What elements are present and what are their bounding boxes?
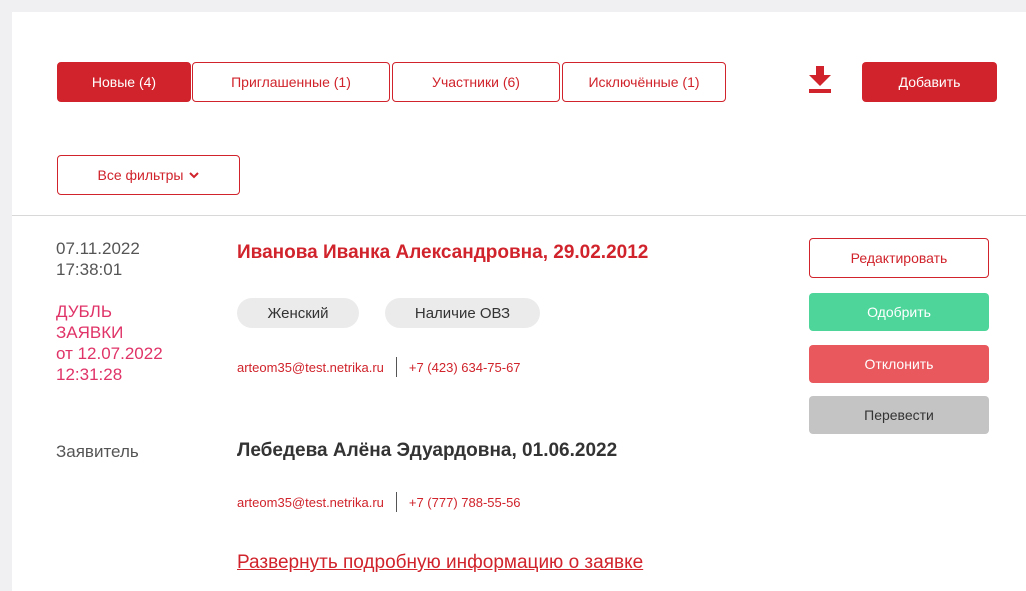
separator bbox=[395, 357, 397, 377]
separator bbox=[395, 492, 397, 512]
approve-button[interactable]: Одобрить bbox=[809, 293, 989, 331]
tab-invited[interactable]: Приглашенные (1) bbox=[192, 62, 390, 102]
participant-contacts: arteom35@test.netrika.ru +7 (423) 634-75… bbox=[237, 357, 521, 377]
declarant-phone-link[interactable]: +7 (777) 788-55-56 bbox=[409, 495, 521, 510]
application-datetime: 07.11.2022 17:38:01 bbox=[56, 238, 140, 280]
application-card: Новые (4) Приглашенные (1) Участники (6)… bbox=[12, 12, 1026, 591]
tag-gender: Женский bbox=[237, 298, 359, 328]
participant-name: Иванова Иванка Александровна, 29.02.2012 bbox=[237, 242, 649, 263]
participant-email-link[interactable]: arteom35@test.netrika.ru bbox=[237, 360, 384, 375]
divider bbox=[12, 215, 1026, 216]
all-filters-button[interactable]: Все фильтры bbox=[57, 155, 240, 195]
tab-new[interactable]: Новые (4) bbox=[57, 62, 191, 102]
tab-participants[interactable]: Участники (6) bbox=[392, 62, 560, 102]
declarant-email-link[interactable]: arteom35@test.netrika.ru bbox=[237, 495, 384, 510]
edit-button[interactable]: Редактировать bbox=[809, 238, 989, 278]
transfer-button[interactable]: Перевести bbox=[809, 396, 989, 434]
declarant-name: Лебедева Алёна Эдуардовна, 01.06.2022 bbox=[237, 440, 618, 461]
add-button[interactable]: Добавить bbox=[862, 62, 997, 102]
participant-phone-link[interactable]: +7 (423) 634-75-67 bbox=[409, 360, 521, 375]
duplicate-notice: ДУБЛЬ ЗАЯВКИ от 12.07.2022 12:31:28 bbox=[56, 301, 216, 385]
duplicate-date: от 12.07.2022 bbox=[56, 344, 163, 363]
duplicate-line: ЗАЯВКИ bbox=[56, 323, 124, 342]
download-icon[interactable] bbox=[806, 64, 834, 94]
application-date: 07.11.2022 bbox=[56, 239, 140, 258]
declarant-label: Заявитель bbox=[56, 442, 139, 461]
tab-excluded[interactable]: Исключённые (1) bbox=[562, 62, 726, 102]
duplicate-line: ДУБЛЬ bbox=[56, 302, 112, 321]
tag-disability: Наличие ОВЗ bbox=[385, 298, 540, 328]
expand-details-link[interactable]: Развернуть подробную информацию о заявке bbox=[237, 552, 643, 574]
application-time: 17:38:01 bbox=[56, 260, 123, 279]
declarant-contacts: arteom35@test.netrika.ru +7 (777) 788-55… bbox=[237, 492, 521, 512]
duplicate-time: 12:31:28 bbox=[56, 365, 123, 384]
reject-button[interactable]: Отклонить bbox=[809, 345, 989, 383]
chevron-down-icon bbox=[189, 172, 200, 179]
filters-label: Все фильтры bbox=[97, 167, 184, 183]
